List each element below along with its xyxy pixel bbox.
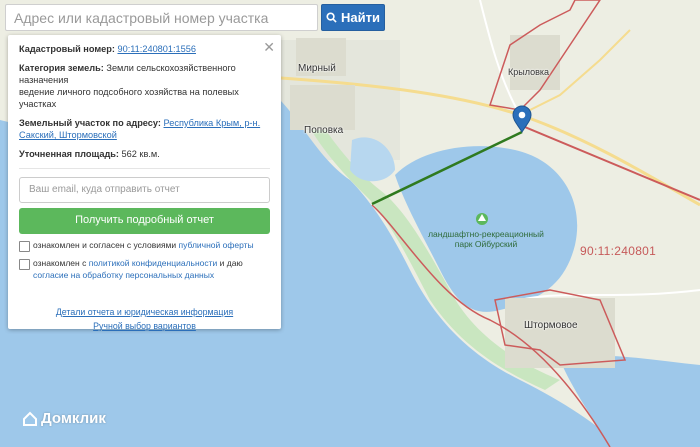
consent-privacy-text: ознакомлен с bbox=[33, 257, 87, 268]
place-label-popovka: Поповка bbox=[304, 125, 344, 136]
place-label-shtormovoe: Штормовое bbox=[524, 320, 578, 331]
cadastral-number-link[interactable]: 90:11:240801:1556 bbox=[117, 44, 196, 54]
consent-privacy: ознакомлен с политикой конфиденциальност… bbox=[19, 257, 270, 283]
place-label-mirny: Мирный bbox=[298, 63, 336, 74]
search-button-label: Найти bbox=[341, 10, 380, 25]
details-link[interactable]: Детали отчета и юридическая информация bbox=[56, 307, 233, 317]
logo-text: Домклик bbox=[41, 410, 106, 427]
consent-privacy-mid: и даю bbox=[219, 257, 243, 268]
cadastral-label: Кадастровый номер: bbox=[19, 44, 115, 54]
domclick-logo: Домклик bbox=[22, 410, 106, 427]
consent-offer: ознакомлен и согласен с условиями публич… bbox=[19, 239, 270, 252]
get-report-button-label: Получить подробный отчет bbox=[75, 214, 214, 227]
parcel-label: 90:11:240801 bbox=[580, 244, 657, 258]
category-label: Категория земель: bbox=[19, 62, 104, 73]
search-button[interactable]: Найти bbox=[321, 4, 385, 31]
privacy-policy-link[interactable]: политикой конфиденциальности bbox=[89, 258, 218, 268]
park-icon bbox=[476, 213, 488, 225]
search-input[interactable] bbox=[5, 4, 318, 31]
place-label-krylovka: Крыловка bbox=[508, 67, 549, 77]
offer-checkbox[interactable] bbox=[19, 240, 30, 252]
get-report-button[interactable]: Получить подробный отчет bbox=[19, 207, 270, 234]
category-value-2: ведение личного подсобного хозяйства на … bbox=[19, 86, 239, 109]
manual-selection-link[interactable]: Ручной выбор вариантов bbox=[93, 321, 196, 331]
info-panel: ✕ Кадастровый номер: 90:11:240801:1556 К… bbox=[8, 35, 281, 331]
search-icon bbox=[326, 12, 337, 23]
house-icon bbox=[23, 411, 37, 426]
consent-offer-text: ознакомлен и согласен с условиями bbox=[33, 239, 177, 250]
close-icon[interactable]: ✕ bbox=[263, 38, 275, 56]
personal-data-link[interactable]: согласие на обработку персональных данны… bbox=[33, 270, 214, 280]
email-field[interactable] bbox=[19, 176, 270, 203]
address-label: Земельный участок по адресу: bbox=[19, 117, 161, 128]
offer-link[interactable]: публичной оферты bbox=[179, 240, 254, 250]
area-label: Уточненная площадь: bbox=[19, 148, 119, 159]
area-value: 562 кв.м. bbox=[121, 148, 160, 159]
park-label: ландшафтно-рекреационный парк Ойбурский bbox=[428, 229, 544, 250]
divider bbox=[19, 167, 270, 169]
privacy-checkbox[interactable] bbox=[19, 258, 30, 270]
